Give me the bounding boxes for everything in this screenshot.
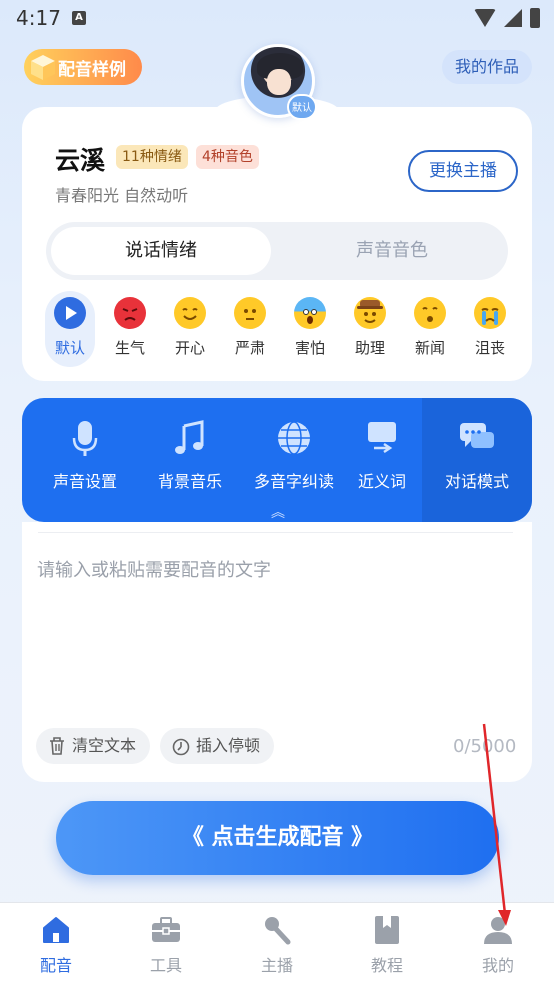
my-works-button[interactable]: 我的作品 [442,50,532,84]
insert-pause-label: 插入停顿 [196,736,261,755]
whistle-face-icon [414,297,446,329]
sample-button[interactable]: 配音样例 [24,49,142,85]
collapse-chevron-icon[interactable]: ︽ [268,506,288,520]
timbre-count-tag: 4种音色 [196,145,259,169]
background-music-button[interactable]: 背景音乐 [150,412,230,502]
notification-a-icon: A [72,11,86,25]
play-icon [54,297,86,329]
insert-pause-button[interactable]: 插入停顿 [160,728,275,764]
emotion-label: 沮丧 [474,339,505,357]
crying-face-icon [474,297,506,329]
voice-settings-button[interactable]: 声音设置 [44,412,126,502]
tool-label: 多音字纠读 [253,472,334,491]
tool-label: 近义词 [357,472,406,491]
emotion-label: 生气 [114,339,145,357]
person-icon [484,917,512,944]
serious-face-icon [234,297,266,329]
angry-face-icon [114,297,146,329]
microphone-icon [265,917,291,945]
nav-label: 工具 [149,956,182,975]
tool-label: 对话模式 [444,472,509,491]
clear-text-label: 清空文本 [72,736,137,755]
status-time: 4:17 [16,6,61,30]
editor-divider [38,532,513,533]
nav-label: 我的 [481,956,514,975]
emotion-item-happy[interactable]: 开心 [165,291,215,367]
avatar-default-badge: 默认 [287,94,317,120]
timer-icon [172,738,190,756]
avatar-face [267,69,291,95]
emotion-label: 害怕 [294,339,325,357]
character-counter: 0/5000 [453,736,517,757]
emotion-label: 新闻 [414,339,445,357]
nav-label: 教程 [370,956,403,975]
nav-item-dubbing[interactable]: 配音 [26,912,86,976]
cube-icon [31,55,55,80]
tool-label: 声音设置 [52,472,117,491]
battery-icon [530,8,540,28]
editor-placeholder[interactable]: 请输入或粘贴需要配音的文字 [37,556,271,582]
scared-face-icon [294,297,326,329]
nav-item-anchors[interactable]: 主播 [247,912,307,976]
home-icon [43,917,69,943]
anchor-description: 青春阳光 自然动听 [55,186,189,205]
status-icons [474,8,540,28]
globe-icon [278,421,310,455]
emotion-label: 默认 [54,339,85,357]
emotion-label: 开心 [174,339,205,357]
toolbox-icon [152,917,180,942]
emotion-item-assistant[interactable]: 助理 [345,291,395,367]
nav-label: 配音 [39,956,72,975]
emotion-item-default[interactable]: 默认 [45,291,95,367]
clear-text-button[interactable]: 清空文本 [36,728,151,764]
tab-speech-emotion[interactable]: 说话情绪 [51,227,271,275]
music-note-icon [175,420,204,454]
happy-face-icon [174,297,206,329]
trash-icon [50,737,64,755]
polyphone-correction-button[interactable]: 多音字纠读 [250,412,338,502]
nav-item-tools[interactable]: 工具 [136,912,196,976]
emotion-item-frustrated[interactable]: 沮丧 [465,291,515,367]
nav-item-tutorials[interactable]: 教程 [357,912,417,976]
emotion-item-news[interactable]: 新闻 [405,291,455,367]
emotion-item-angry[interactable]: 生气 [105,291,155,367]
emotion-count-tag: 11种情绪 [116,145,188,169]
generate-dubbing-button[interactable]: 《 点击生成配音 》 [56,801,499,875]
sample-button-label: 配音样例 [58,59,126,80]
nav-item-profile[interactable]: 我的 [468,912,528,976]
emotion-list: 默认 生气 开心 严肃 害怕 助理 新闻 沮丧 [45,291,515,367]
tool-label: 背景音乐 [157,472,222,491]
change-anchor-button[interactable]: 更换主播 [408,150,518,192]
swap-icon [368,422,396,454]
emotion-label: 助理 [354,339,385,357]
chat-bubbles-icon [460,423,494,448]
book-icon [375,916,399,944]
synonym-button[interactable]: 近义词 [354,412,410,502]
emotion-item-serious[interactable]: 严肃 [225,291,275,367]
nav-label: 主播 [260,956,293,975]
dialogue-mode-button[interactable]: 对话模式 [438,412,516,502]
signal-icon [504,9,522,27]
cowboy-face-icon [354,297,386,329]
status-bar: 4:17 A [0,0,554,36]
tab-voice-timbre[interactable]: 声音音色 [282,227,502,275]
anchor-name: 云溪 [55,146,106,175]
emotion-item-scared[interactable]: 害怕 [285,291,335,367]
microphone-icon [72,421,98,456]
emotion-label: 严肃 [234,339,265,357]
wifi-icon [474,9,496,27]
